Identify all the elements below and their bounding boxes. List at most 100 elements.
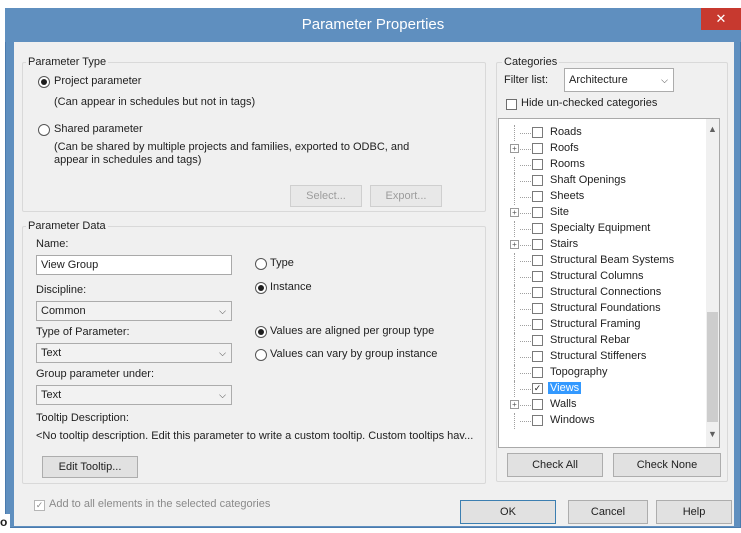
category-checkbox[interactable] (532, 159, 543, 170)
group-under-select[interactable]: Text ⌵ (36, 385, 232, 405)
tree-line (514, 349, 515, 365)
category-checkbox[interactable] (532, 287, 543, 298)
type-label: Type (270, 257, 294, 269)
category-checkbox[interactable] (532, 239, 543, 250)
tree-line (520, 181, 531, 182)
project-parameter-label: Project parameter (54, 75, 142, 87)
tree-item[interactable]: Structural Foundations (499, 301, 699, 317)
values-vary-radio[interactable] (255, 349, 267, 361)
category-checkbox[interactable] (532, 367, 543, 378)
cancel-button[interactable]: Cancel (568, 500, 648, 524)
tree-item[interactable]: Structural Stiffeners (499, 349, 699, 365)
tree-line (520, 293, 531, 294)
expand-icon[interactable]: + (510, 144, 519, 153)
shared-parameter-radio[interactable] (38, 124, 50, 136)
category-checkbox[interactable] (532, 207, 543, 218)
tree-line (514, 285, 515, 301)
tree-item[interactable]: Windows (499, 413, 699, 429)
type-of-parameter-label: Type of Parameter: (36, 326, 130, 338)
tree-item[interactable]: + Walls (499, 397, 699, 413)
category-checkbox[interactable] (532, 271, 543, 282)
discipline-select[interactable]: Common ⌵ (36, 301, 232, 321)
expand-icon[interactable]: + (510, 208, 519, 217)
category-checkbox[interactable] (532, 351, 543, 362)
tree-item[interactable]: Specialty Equipment (499, 221, 699, 237)
hide-unchecked-checkbox[interactable] (506, 99, 517, 110)
category-checkbox[interactable] (532, 335, 543, 346)
tree-line (514, 173, 515, 189)
categories-scrollbar[interactable]: ▲ ▼ (706, 119, 719, 447)
scrollbar-thumb[interactable] (707, 312, 718, 422)
close-button[interactable]: ✕ (701, 8, 741, 30)
edit-tooltip-button[interactable]: Edit Tooltip... (42, 456, 138, 478)
values-vary-label: Values can vary by group instance (270, 348, 438, 360)
tree-item[interactable]: ✓ Views (499, 381, 699, 397)
category-label: Specialty Equipment (550, 222, 651, 234)
category-checkbox[interactable]: ✓ (532, 383, 543, 394)
categories-tree[interactable]: Roads + Roofs Rooms Shaft Openings Sheets + Sit… (498, 118, 720, 448)
tree-line (520, 245, 531, 246)
tree-item[interactable]: + Stairs (499, 237, 699, 253)
tree-line (520, 325, 531, 326)
expand-icon[interactable]: + (510, 400, 519, 409)
add-to-all-checkbox[interactable]: ✓ (34, 500, 45, 511)
tree-item[interactable]: + Roofs (499, 141, 699, 157)
check-all-button[interactable]: Check All (507, 453, 603, 477)
shared-parameter-note-1: (Can be shared by multiple projects and … (54, 141, 410, 153)
category-label: Topography (550, 366, 608, 378)
tree-item[interactable]: Structural Framing (499, 317, 699, 333)
tree-item[interactable]: Rooms (499, 157, 699, 173)
values-aligned-radio[interactable] (255, 326, 267, 338)
tree-line (520, 309, 531, 310)
window-title: Parameter Properties (301, 16, 445, 33)
tree-line (514, 221, 515, 237)
project-parameter-radio[interactable] (38, 76, 50, 88)
category-checkbox[interactable] (532, 127, 543, 138)
tree-item[interactable]: + Site (499, 205, 699, 221)
export-button[interactable]: Export... (370, 185, 442, 207)
tree-item[interactable]: Topography (499, 365, 699, 381)
tree-line (520, 213, 531, 214)
discipline-value: Common (41, 305, 86, 317)
category-checkbox[interactable] (532, 319, 543, 330)
tree-line (514, 125, 515, 141)
check-none-button[interactable]: Check None (613, 453, 721, 477)
type-of-parameter-select[interactable]: Text ⌵ (36, 343, 232, 363)
tree-item[interactable]: Sheets (499, 189, 699, 205)
category-checkbox[interactable] (532, 223, 543, 234)
category-label: Stairs (550, 238, 579, 250)
instance-radio[interactable] (255, 282, 267, 294)
tree-item[interactable]: Structural Beam Systems (499, 253, 699, 269)
category-checkbox[interactable] (532, 143, 543, 154)
tree-item[interactable]: Shaft Openings (499, 173, 699, 189)
select-button[interactable]: Select... (290, 185, 362, 207)
expand-icon[interactable]: + (510, 240, 519, 249)
type-radio[interactable] (255, 258, 267, 270)
name-input[interactable]: View Group (36, 255, 232, 275)
tree-item[interactable]: Roads (499, 125, 699, 141)
category-checkbox[interactable] (532, 303, 543, 314)
tooltip-description-label: Tooltip Description: (36, 412, 129, 424)
category-label: Walls (550, 398, 577, 410)
category-checkbox[interactable] (532, 415, 543, 426)
category-label: Shaft Openings (550, 174, 626, 186)
chevron-up-icon[interactable]: ▲ (706, 124, 719, 134)
tree-line (520, 373, 531, 374)
help-button[interactable]: Help (656, 500, 732, 524)
tree-line (520, 165, 531, 166)
category-label: Structural Foundations (550, 302, 661, 314)
category-checkbox[interactable] (532, 175, 543, 186)
tree-item[interactable]: Structural Columns (499, 269, 699, 285)
categories-label: Categories (502, 56, 560, 68)
ok-button[interactable]: OK (460, 500, 556, 524)
category-checkbox[interactable] (532, 191, 543, 202)
tree-item[interactable]: Structural Rebar (499, 333, 699, 349)
corner-char: o (0, 514, 10, 533)
chevron-down-icon[interactable]: ▼ (706, 429, 719, 439)
filter-list-select[interactable]: Architecture ⌵ (564, 68, 674, 92)
title-bar[interactable]: Parameter Properties ✕ (5, 8, 741, 42)
instance-label: Instance (270, 281, 312, 293)
category-checkbox[interactable] (532, 255, 543, 266)
tree-item[interactable]: Structural Connections (499, 285, 699, 301)
category-checkbox[interactable] (532, 399, 543, 410)
